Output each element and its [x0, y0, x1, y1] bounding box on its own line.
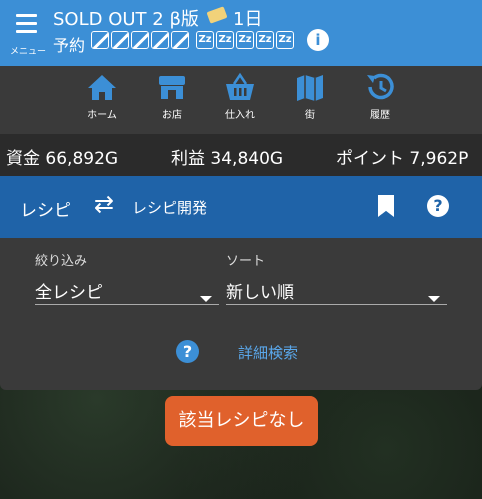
tab-recipe-develop[interactable]: レシピ開発	[132, 197, 207, 218]
home-icon	[72, 72, 132, 106]
menu-label: メニュー	[9, 47, 46, 57]
sleep-slots: Zz Zz Zz Zz Zz	[196, 31, 294, 49]
nav-label: 街	[305, 110, 315, 121]
nav-purchase[interactable]: 仕入れ	[210, 72, 270, 121]
top-header: メニュー SOLD OUT 2 β版 1日 予約 Zz Zz Zz Zz Zz …	[0, 0, 482, 66]
chevron-down-icon	[428, 296, 440, 302]
app-title: SOLD OUT 2 β版	[53, 9, 199, 30]
funds-value: 資金 66,892G	[6, 149, 119, 169]
narrow-value: 全レシピ	[35, 283, 103, 303]
hamburger-icon	[16, 14, 37, 38]
points-value: ポイント 7,962P	[336, 149, 469, 169]
main-nav: ホーム お店 仕入れ 街 履歴	[0, 66, 482, 134]
reserve-label: 予約	[53, 36, 86, 55]
sort-select[interactable]: ソート 新しい順	[226, 250, 447, 305]
pen-slot-icon	[111, 31, 129, 49]
ticket-icon	[206, 6, 228, 24]
profit-value: 利益 34,840G	[171, 149, 284, 169]
sleep-slot-icon: Zz	[256, 31, 274, 49]
help-icon[interactable]: ?	[176, 340, 199, 363]
nav-history[interactable]: 履歴	[350, 72, 410, 121]
nav-label: 仕入れ	[225, 110, 255, 121]
sort-value: 新しい順	[226, 283, 294, 303]
stats-bar: 資金 66,892G 利益 34,840G ポイント 7,962P	[0, 134, 482, 176]
nav-town[interactable]: 街	[280, 72, 340, 121]
sleep-slot-icon: Zz	[216, 31, 234, 49]
sleep-slot-icon: Zz	[236, 31, 254, 49]
advanced-search-link[interactable]: 詳細検索	[238, 342, 298, 363]
recipe-bar: レシピ ⇄ レシピ開発 ?	[0, 176, 482, 238]
pen-slot-icon	[171, 31, 189, 49]
filter-panel: 絞り込み 全レシピ ソート 新しい順 ? 詳細検索	[0, 238, 482, 390]
map-icon	[280, 72, 340, 106]
bookmark-icon[interactable]	[378, 195, 394, 217]
underline	[226, 304, 447, 305]
menu-button[interactable]: メニュー	[6, 6, 46, 60]
sleep-slot-icon: Zz	[196, 31, 214, 49]
reserve-slots	[91, 31, 189, 49]
day-counter: 1日	[233, 9, 263, 30]
pen-slot-icon	[91, 31, 109, 49]
nav-label: お店	[162, 110, 182, 121]
help-icon[interactable]: ?	[427, 195, 449, 217]
pen-slot-icon	[151, 31, 169, 49]
basket-icon	[210, 72, 270, 106]
nav-label: 履歴	[370, 110, 390, 121]
pen-slot-icon	[131, 31, 149, 49]
sleep-slot-icon: Zz	[276, 31, 294, 49]
nav-home[interactable]: ホーム	[72, 72, 132, 121]
chevron-down-icon	[200, 296, 212, 302]
narrow-label: 絞り込み	[35, 254, 88, 269]
store-icon	[142, 72, 202, 106]
swap-icon[interactable]: ⇄	[94, 190, 114, 218]
narrow-select[interactable]: 絞り込み 全レシピ	[35, 250, 219, 305]
underline	[35, 304, 219, 305]
sort-label: ソート	[226, 254, 266, 269]
info-icon[interactable]: i	[307, 29, 329, 51]
nav-label: ホーム	[87, 110, 117, 121]
tab-recipe[interactable]: レシピ	[20, 196, 71, 221]
nav-store[interactable]: お店	[142, 72, 202, 121]
no-recipe-button[interactable]: 該当レシピなし	[165, 396, 318, 446]
history-icon	[350, 72, 410, 106]
